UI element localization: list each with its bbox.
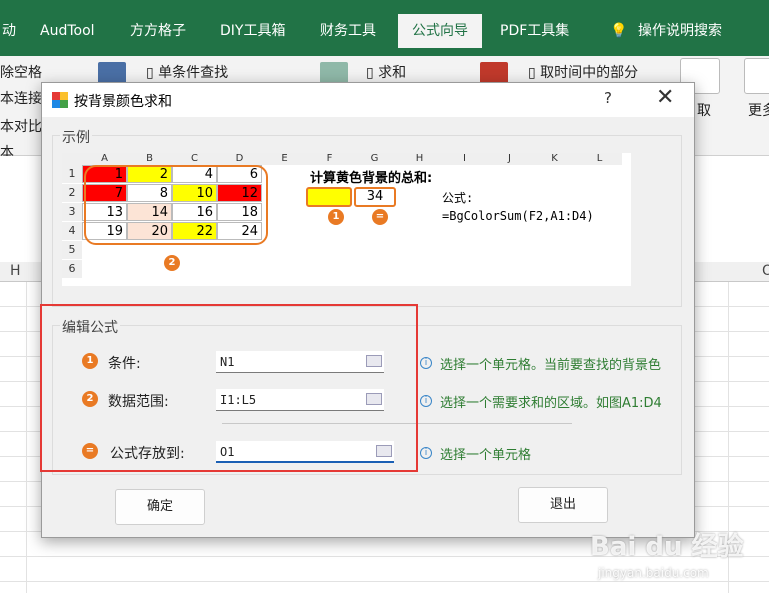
baidu-watermark: Bai du 经验 jingyan.baidu.com	[590, 520, 760, 586]
dialog-title: 按背景颜色求和	[74, 94, 172, 110]
single-condition-lookup-button[interactable]: ▯ 单条件查找	[146, 62, 228, 82]
example-col-header: K	[532, 153, 577, 165]
tab-diy[interactable]: DIY工具箱	[214, 14, 291, 48]
tab-finance[interactable]: 财务工具	[314, 14, 382, 48]
example-row-header: 4	[62, 222, 82, 240]
ribbon-tab-bar: 动 AudTool 方方格子 DIY工具箱 财务工具 公式向导 PDF工具集 💡…	[0, 0, 769, 56]
example-col-header: I	[442, 153, 487, 165]
sum-label: 求和	[378, 65, 407, 81]
watermark-brand: Bai du 经验	[590, 532, 744, 562]
dialog-title-bar[interactable]: 按背景颜色求和 ? ✕	[42, 83, 694, 117]
example-col-header: D	[217, 153, 262, 165]
tab-fangfang[interactable]: 方方格子	[124, 14, 192, 48]
remove-space-button[interactable]: 除空格	[0, 62, 42, 82]
text-compare-button[interactable]: 本对比	[0, 116, 42, 136]
example-col-header: H	[397, 153, 442, 165]
formula-output-hint: 选择一个单元格	[440, 448, 532, 463]
example-col-header: E	[262, 153, 307, 165]
example-row-header: 6	[62, 260, 82, 278]
info-icon: i	[420, 447, 432, 459]
example-col-header: C	[172, 153, 217, 165]
tab-audtool[interactable]: AudTool	[34, 14, 101, 48]
example-row-header: 1	[62, 165, 82, 183]
exit-button[interactable]: 退出	[518, 487, 608, 523]
example-col-header: L	[577, 153, 622, 165]
sum-icon[interactable]	[320, 62, 348, 84]
formula-label: 公式:	[442, 191, 474, 205]
more-button-icon[interactable]	[744, 58, 769, 94]
tell-me-search[interactable]: 操作说明搜索	[632, 14, 728, 48]
tab-partial[interactable]: 动	[0, 14, 22, 48]
take-time-part-button[interactable]: ▯ 取时间中的部分	[528, 62, 638, 82]
column-header-h[interactable]: H	[10, 263, 21, 279]
example-col-header: G	[352, 153, 397, 165]
condition-hint: 选择一个单元格。当前要查找的背景色	[440, 358, 662, 373]
example-row-header: 3	[62, 203, 82, 221]
take-time-part-label: 取时间中的部分	[540, 65, 639, 81]
example-sheet-image: ABCDEFGHIJKL 123456 1 2 4 6 7 8 10 12 13 14 16 18 19…	[62, 153, 631, 286]
example-col-header: J	[487, 153, 532, 165]
data-range-hint: 选择一个需要求和的区域。如图A1:D4	[440, 396, 662, 411]
column-header-o[interactable]: O	[762, 263, 769, 279]
example-col-header: F	[307, 153, 352, 165]
lookup-icon[interactable]	[98, 62, 126, 84]
close-button[interactable]: ✕	[656, 85, 674, 110]
example-group-label: 示例	[60, 127, 92, 147]
watermark-url: jingyan.baidu.com	[598, 566, 709, 580]
lightbulb-icon: 💡	[610, 23, 628, 39]
example-col-header: A	[82, 153, 127, 165]
info-icon: i	[420, 357, 432, 369]
condition-cell	[306, 187, 352, 207]
single-condition-label: 单条件查找	[158, 65, 229, 81]
more-button[interactable]: 更多	[748, 100, 769, 120]
app-icon	[52, 92, 68, 108]
info-icon: i	[420, 395, 432, 407]
example-row-header: 5	[62, 241, 82, 259]
corner-header	[62, 153, 82, 165]
example-heading: 计算黄色背景的总和:	[310, 171, 433, 186]
gridline	[26, 282, 27, 593]
highlight-box	[40, 304, 418, 472]
ok-button[interactable]: 确定	[115, 489, 205, 525]
sum-button[interactable]: ▯ 求和	[366, 62, 406, 82]
tab-pdf[interactable]: PDF工具集	[494, 14, 575, 48]
marker-range: 2	[164, 255, 180, 271]
example-col-header: B	[127, 153, 172, 165]
example-row-header: 2	[62, 184, 82, 202]
range-outline	[84, 165, 268, 245]
marker-result: =	[372, 209, 388, 225]
text-connect-button[interactable]: 本连接	[0, 88, 42, 108]
result-cell: 34	[354, 187, 396, 207]
help-button[interactable]: ?	[604, 89, 612, 107]
take-button[interactable]: 取	[697, 100, 711, 120]
marker-condition: 1	[328, 209, 344, 225]
example-formula: =BgColorSum(F2,A1:D4)	[442, 209, 594, 223]
tab-formula-wizard[interactable]: 公式向导	[398, 14, 482, 48]
